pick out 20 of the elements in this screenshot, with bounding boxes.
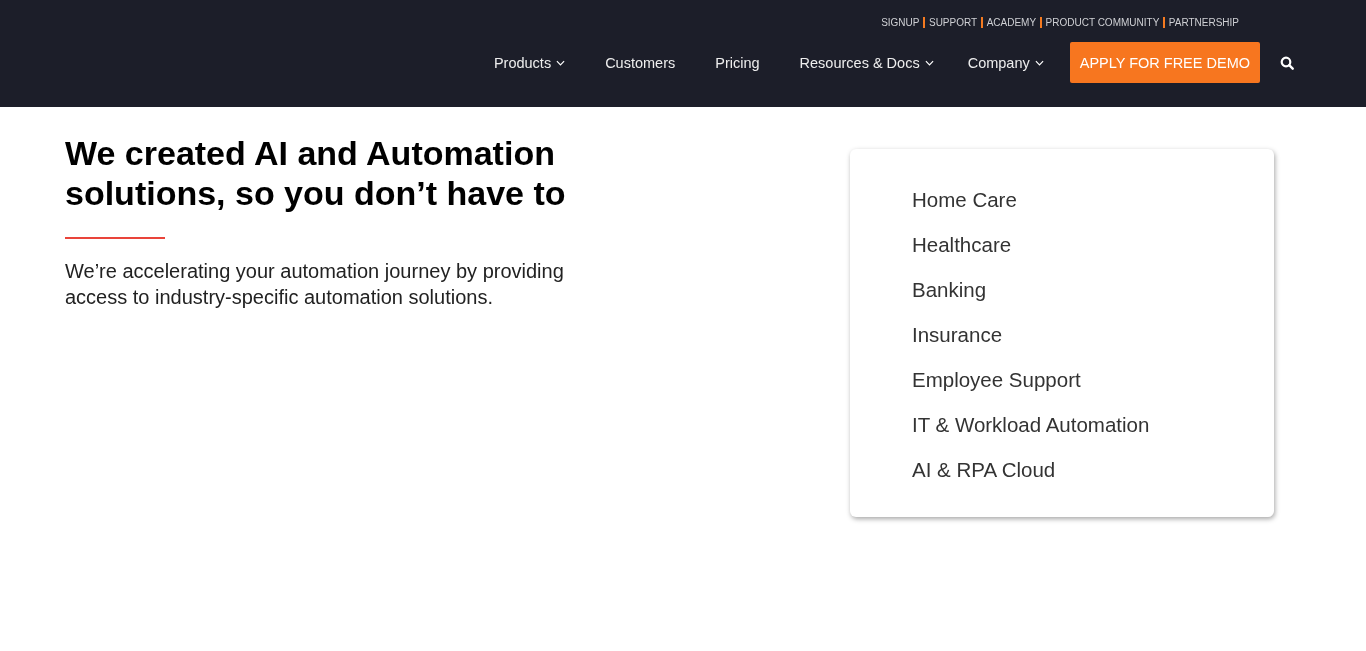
solution-link[interactable]: Employee Support xyxy=(912,357,1274,402)
solution-link[interactable]: Healthcare xyxy=(912,222,1274,267)
solution-link[interactable]: Banking xyxy=(912,267,1274,312)
solution-link[interactable]: Insurance xyxy=(912,312,1274,357)
top-link[interactable]: PRODUCT COMMUNITY xyxy=(1045,17,1160,28)
solution-link[interactable]: IT & Workload Automation xyxy=(912,402,1274,447)
solution-link[interactable]: AI & RPA Cloud xyxy=(912,447,1274,492)
nav-link[interactable]: Products xyxy=(493,54,566,71)
top-link[interactable]: SUPPORT xyxy=(928,17,978,28)
top-link[interactable]: PARTNERSHIP xyxy=(1168,17,1239,28)
search-icon[interactable] xyxy=(1280,55,1294,70)
top-link[interactable]: SIGNUP xyxy=(881,17,920,28)
solution-link[interactable]: Home Care xyxy=(912,177,1274,222)
nav-link[interactable]: Resources & Docs xyxy=(799,54,934,71)
hero-title: We created AI and Automation solutions, so you don’t have to xyxy=(65,133,567,213)
top-link[interactable]: ACADEMY xyxy=(986,17,1037,28)
hero-subtitle: We’re accelerating your automation journey by providing access to industry-specific automation solutions. xyxy=(65,259,565,310)
nav-link[interactable]: Customers xyxy=(605,54,676,71)
nav-link[interactable]: Pricing xyxy=(715,54,760,71)
nav-link[interactable]: Company xyxy=(967,54,1044,71)
